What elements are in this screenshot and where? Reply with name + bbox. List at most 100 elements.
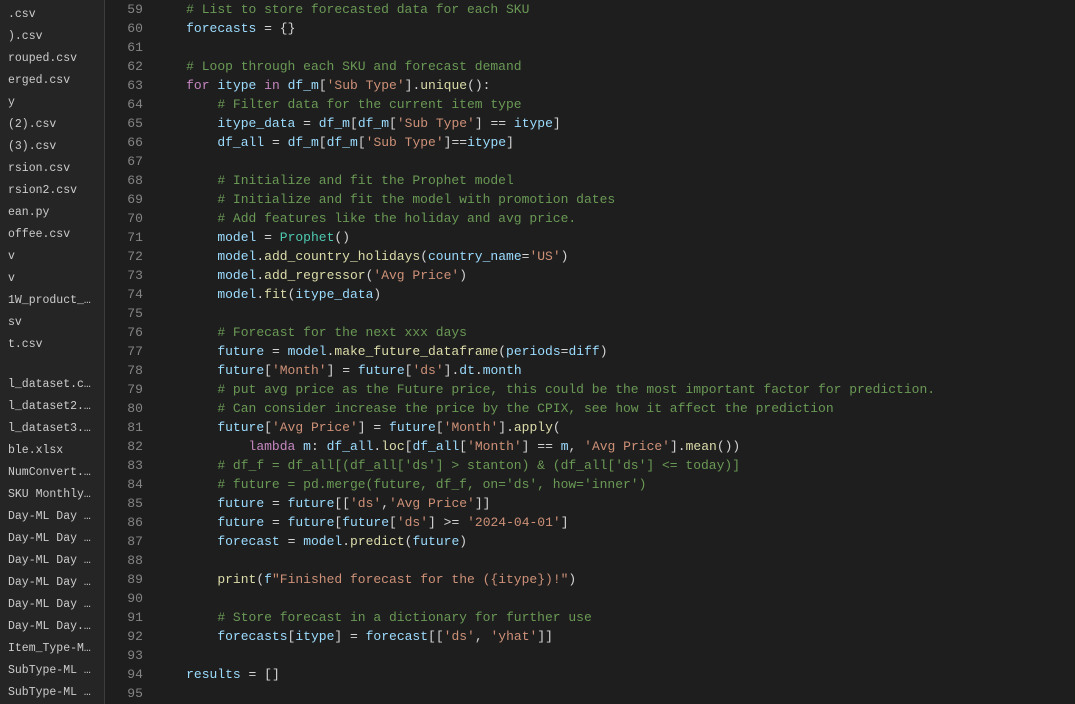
line-code: model.fit(itype_data) bbox=[155, 285, 1075, 304]
sidebar-item-32[interactable]: SubType-ML Day.csv bbox=[0, 682, 104, 704]
line-code: results = [] bbox=[155, 665, 1075, 684]
sidebar-item-24[interactable]: Day-ML Day (1).csv bbox=[0, 506, 104, 528]
sidebar-item-26[interactable]: Day-ML Day (3).csv bbox=[0, 550, 104, 572]
line-number: 92 bbox=[105, 627, 155, 646]
code-editor[interactable]: 59 # List to store forecasted data for e… bbox=[105, 0, 1075, 704]
table-row: 85 future = future[['ds','Avg Price']] bbox=[105, 494, 1075, 513]
sidebar-item-15[interactable]: sv bbox=[0, 312, 104, 334]
table-row: 74 model.fit(itype_data) bbox=[105, 285, 1075, 304]
table-row: 79 # put avg price as the Future price, … bbox=[105, 380, 1075, 399]
sidebar-item-29[interactable]: Day-ML Day.csv bbox=[0, 616, 104, 638]
sidebar-item-25[interactable]: Day-ML Day (2).csv bbox=[0, 528, 104, 550]
line-code: future['Month'] = future['ds'].dt.month bbox=[155, 361, 1075, 380]
table-row: 82 lambda m: df_all.loc[df_all['Month'] … bbox=[105, 437, 1075, 456]
sidebar-item-20[interactable]: l_dataset3.csv bbox=[0, 418, 104, 440]
line-number: 83 bbox=[105, 456, 155, 475]
table-row: 92 forecasts[itype] = forecast[['ds', 'y… bbox=[105, 627, 1075, 646]
file-explorer[interactable]: .csv ).csv rouped.csv erged.csv y (2).cs… bbox=[0, 0, 105, 704]
sidebar-item-13[interactable]: v bbox=[0, 268, 104, 290]
line-code bbox=[155, 152, 1075, 171]
sidebar-item-10[interactable]: ean.py bbox=[0, 202, 104, 224]
sidebar-item-4[interactable]: erged.csv bbox=[0, 70, 104, 92]
table-row: 78 future['Month'] = future['ds'].dt.mon… bbox=[105, 361, 1075, 380]
sidebar-item-6[interactable]: (2).csv bbox=[0, 114, 104, 136]
line-number: 79 bbox=[105, 380, 155, 399]
table-row: 59 # List to store forecasted data for e… bbox=[105, 0, 1075, 19]
table-row: 95 bbox=[105, 684, 1075, 703]
code-table: 59 # List to store forecasted data for e… bbox=[105, 0, 1075, 704]
line-number: 59 bbox=[105, 0, 155, 19]
sidebar-item-7[interactable]: (3).csv bbox=[0, 136, 104, 158]
line-code: # List to store forecasted data for each… bbox=[155, 0, 1075, 19]
sidebar-item-21[interactable]: ble.xlsx bbox=[0, 440, 104, 462]
table-row: 87 forecast = model.predict(future) bbox=[105, 532, 1075, 551]
line-number: 66 bbox=[105, 133, 155, 152]
line-code: forecasts[itype] = forecast[['ds', 'yhat… bbox=[155, 627, 1075, 646]
line-code bbox=[155, 304, 1075, 323]
line-code: # df_f = df_all[(df_all['ds'] > stanton)… bbox=[155, 456, 1075, 475]
line-code: # Loop through each SKU and forecast dem… bbox=[155, 57, 1075, 76]
sidebar-item-19[interactable]: l_dataset2.csv bbox=[0, 396, 104, 418]
line-number: 67 bbox=[105, 152, 155, 171]
table-row: 70 # Add features like the holiday and a… bbox=[105, 209, 1075, 228]
sidebar-item-2[interactable]: ).csv bbox=[0, 26, 104, 48]
line-code: model.add_country_holidays(country_name=… bbox=[155, 247, 1075, 266]
table-row: 80 # Can consider increase the price by … bbox=[105, 399, 1075, 418]
sidebar-item-18[interactable]: l_dataset.csv bbox=[0, 374, 104, 396]
line-number: 94 bbox=[105, 665, 155, 684]
line-number: 85 bbox=[105, 494, 155, 513]
table-row: 63 for itype in df_m['Sub Type'].unique(… bbox=[105, 76, 1075, 95]
sidebar-item-31[interactable]: SubType-ML Day (2).csv bbox=[0, 660, 104, 682]
sidebar-item-14[interactable]: 1W_product_informatio... bbox=[0, 290, 104, 312]
sidebar-item-23[interactable]: SKU Monthly Sales Mik... bbox=[0, 484, 104, 506]
line-code bbox=[155, 38, 1075, 57]
line-code: print(f"Finished forecast for the ({ityp… bbox=[155, 570, 1075, 589]
line-code: df_all = df_m[df_m['Sub Type']==itype] bbox=[155, 133, 1075, 152]
table-row: 84 # future = pd.merge(future, df_f, on=… bbox=[105, 475, 1075, 494]
sidebar-item-12[interactable]: v bbox=[0, 246, 104, 268]
table-row: 71 model = Prophet() bbox=[105, 228, 1075, 247]
line-number: 70 bbox=[105, 209, 155, 228]
line-code: # Add features like the holiday and avg … bbox=[155, 209, 1075, 228]
table-row: 72 model.add_country_holidays(country_na… bbox=[105, 247, 1075, 266]
sidebar-item-8[interactable]: rsion.csv bbox=[0, 158, 104, 180]
line-number: 82 bbox=[105, 437, 155, 456]
line-code: for itype in df_m['Sub Type'].unique(): bbox=[155, 76, 1075, 95]
line-code: model = Prophet() bbox=[155, 228, 1075, 247]
line-code: forecast = model.predict(future) bbox=[155, 532, 1075, 551]
line-code bbox=[155, 589, 1075, 608]
table-row: 83 # df_f = df_all[(df_all['ds'] > stant… bbox=[105, 456, 1075, 475]
table-row: 75 bbox=[105, 304, 1075, 323]
sidebar-item-27[interactable]: Day-ML Day (4).csv bbox=[0, 572, 104, 594]
table-row: 67 bbox=[105, 152, 1075, 171]
line-number: 71 bbox=[105, 228, 155, 247]
line-code: lambda m: df_all.loc[df_all['Month'] == … bbox=[155, 437, 1075, 456]
line-number: 87 bbox=[105, 532, 155, 551]
sidebar-item-9[interactable]: rsion2.csv bbox=[0, 180, 104, 202]
sidebar-item-22[interactable]: NumConvert.csv bbox=[0, 462, 104, 484]
table-row: 94 results = [] bbox=[105, 665, 1075, 684]
line-number: 63 bbox=[105, 76, 155, 95]
sidebar-item-3[interactable]: rouped.csv bbox=[0, 48, 104, 70]
sidebar-item-11[interactable]: offee.csv bbox=[0, 224, 104, 246]
line-number: 75 bbox=[105, 304, 155, 323]
table-row: 76 # Forecast for the next xxx days bbox=[105, 323, 1075, 342]
line-number: 64 bbox=[105, 95, 155, 114]
line-number: 72 bbox=[105, 247, 155, 266]
sidebar-item-5[interactable]: y bbox=[0, 92, 104, 114]
sidebar-item-16[interactable]: t.csv bbox=[0, 334, 104, 356]
sidebar-item-28[interactable]: Day-ML Day 1487.csv bbox=[0, 594, 104, 616]
line-number: 78 bbox=[105, 361, 155, 380]
sidebar-item-30[interactable]: Item_Type-ML Day.csv bbox=[0, 638, 104, 660]
line-number: 90 bbox=[105, 589, 155, 608]
line-code: # put avg price as the Future price, thi… bbox=[155, 380, 1075, 399]
line-code: # Initialize and fit the Prophet model bbox=[155, 171, 1075, 190]
line-code: future = model.make_future_dataframe(per… bbox=[155, 342, 1075, 361]
line-number: 62 bbox=[105, 57, 155, 76]
table-row: 77 future = model.make_future_dataframe(… bbox=[105, 342, 1075, 361]
sidebar-item-1[interactable]: .csv bbox=[0, 4, 104, 26]
line-code bbox=[155, 684, 1075, 703]
table-row: 91 # Store forecast in a dictionary for … bbox=[105, 608, 1075, 627]
table-row: 69 # Initialize and fit the model with p… bbox=[105, 190, 1075, 209]
sidebar-item-17[interactable] bbox=[0, 356, 104, 374]
